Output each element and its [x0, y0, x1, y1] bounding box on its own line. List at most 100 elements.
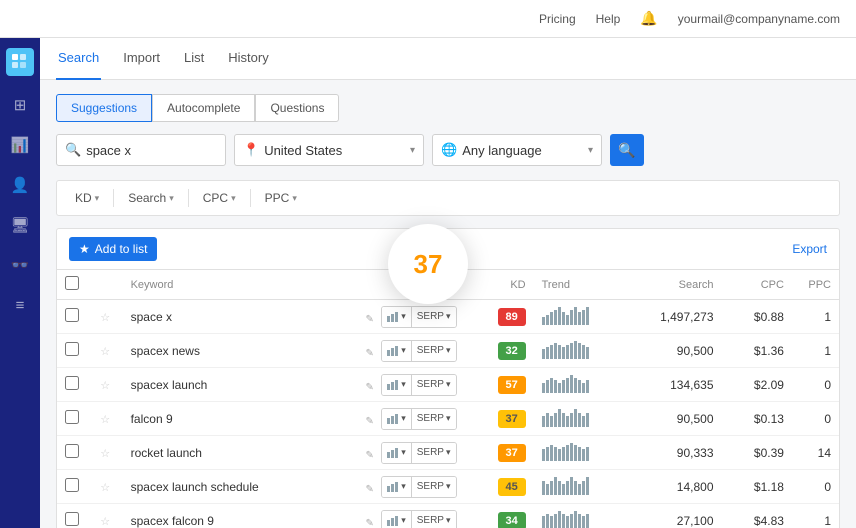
row-trend [534, 334, 628, 368]
trend-chart [542, 339, 589, 359]
filter-search-arrow: ▾ [169, 193, 174, 204]
row-star-icon[interactable]: ☆ [100, 380, 110, 392]
row-star-icon[interactable]: ☆ [100, 312, 110, 324]
row-edit-icon[interactable]: ✎ [365, 382, 373, 393]
filter-cpc[interactable]: CPC ▾ [197, 189, 242, 207]
row-checkbox[interactable] [65, 342, 79, 356]
chart-button[interactable]: ▾ [382, 341, 412, 361]
chart-button[interactable]: ▾ [382, 307, 412, 327]
serp-button[interactable]: SERP ▾ [412, 307, 456, 327]
row-star-icon[interactable]: ☆ [100, 448, 110, 460]
row-checkbox-cell [57, 402, 92, 436]
row-kd: 37 [475, 436, 534, 470]
row-star-icon[interactable]: ☆ [100, 482, 110, 494]
row-keyword: spacex launch schedule [123, 470, 358, 504]
chart-button[interactable]: ▾ [382, 409, 412, 429]
row-kd: 45 [475, 470, 534, 504]
chart-button[interactable]: ▾ [382, 477, 412, 497]
row-edit-icon[interactable]: ✎ [365, 450, 373, 461]
tab-list[interactable]: List [182, 38, 206, 80]
page-tabs: Search Import List History [40, 38, 856, 80]
chart-button[interactable]: ▾ [382, 375, 412, 395]
serp-button[interactable]: SERP ▾ [412, 511, 456, 528]
row-kd: 37 [475, 402, 534, 436]
row-btn-group: ▾ SERP ▾ [381, 340, 456, 362]
row-checkbox[interactable] [65, 512, 79, 526]
table-row: ☆ space x ✎ ▾ SERP ▾ 89 [57, 300, 839, 334]
pricing-link[interactable]: Pricing [539, 12, 576, 26]
kd-badge: 32 [498, 342, 526, 360]
kd-badge: 89 [498, 308, 526, 326]
select-all-checkbox[interactable] [65, 276, 79, 290]
row-actions: ✎ ▾ SERP ▾ [357, 402, 474, 436]
chart-label: ▾ [401, 413, 406, 424]
location-wrap[interactable]: 📍 United States ▾ [234, 134, 424, 166]
sidebar-icon-list[interactable]: ≡ [9, 294, 31, 316]
filter-kd[interactable]: KD ▾ [69, 189, 105, 207]
row-btn-group: ▾ SERP ▾ [381, 510, 456, 528]
search-button[interactable]: 🔍 [610, 134, 644, 166]
filter-search[interactable]: Search ▾ [122, 189, 180, 207]
serp-button[interactable]: SERP ▾ [412, 341, 456, 361]
filter-ppc[interactable]: PPC ▾ [259, 189, 303, 207]
filter-cpc-label: CPC [203, 191, 228, 205]
table-area: ★ Add to list Export Keyword KD Trend [56, 228, 840, 528]
row-ppc: 1 [792, 334, 839, 368]
filters-row: KD ▾ Search ▾ CPC ▾ PPC ▾ [56, 180, 840, 216]
row-edit-icon[interactable]: ✎ [365, 484, 373, 495]
row-edit-icon[interactable]: ✎ [365, 314, 373, 325]
row-star-icon[interactable]: ☆ [100, 414, 110, 426]
user-email[interactable]: yourmail@companyname.com [678, 12, 840, 26]
sub-tabs: Suggestions Autocomplete Questions [56, 94, 840, 122]
row-checkbox[interactable] [65, 410, 79, 424]
subtab-suggestions[interactable]: Suggestions [56, 94, 152, 122]
subtab-autocomplete[interactable]: Autocomplete [152, 94, 255, 122]
subtab-questions[interactable]: Questions [255, 94, 339, 122]
help-link[interactable]: Help [596, 12, 621, 26]
chart-button[interactable]: ▾ [382, 511, 412, 528]
sidebar-icon-chart[interactable]: 📊 [9, 134, 31, 156]
col-kd: KD [475, 270, 534, 300]
chart-button[interactable]: ▾ [382, 443, 412, 463]
sidebar-logo[interactable] [6, 48, 34, 76]
tab-search[interactable]: Search [56, 38, 101, 80]
location-text: United States [264, 143, 404, 158]
serp-button[interactable]: SERP ▾ [412, 375, 456, 395]
row-checkbox[interactable] [65, 444, 79, 458]
row-trend [534, 368, 628, 402]
row-checkbox-cell [57, 368, 92, 402]
row-checkbox[interactable] [65, 478, 79, 492]
serp-button[interactable]: SERP ▾ [412, 409, 456, 429]
sidebar-icon-glasses[interactable]: 👓 [9, 254, 31, 276]
row-edit-icon[interactable]: ✎ [365, 348, 373, 359]
sidebar: ⊞ 📊 👤 🖥 👓 ≡ [0, 38, 40, 528]
row-star-icon[interactable]: ☆ [100, 516, 110, 528]
row-cpc: $4.83 [722, 504, 792, 528]
tab-import[interactable]: Import [121, 38, 162, 80]
row-edit-icon[interactable]: ✎ [365, 518, 373, 528]
row-checkbox[interactable] [65, 308, 79, 322]
sidebar-icon-grid[interactable]: ⊞ [9, 94, 31, 116]
row-cpc: $1.36 [722, 334, 792, 368]
filter-divider-1 [113, 189, 114, 207]
row-star-icon[interactable]: ☆ [100, 346, 110, 358]
sidebar-icon-person[interactable]: 👤 [9, 174, 31, 196]
add-to-list-button[interactable]: ★ Add to list [69, 237, 157, 261]
filter-divider-2 [188, 189, 189, 207]
language-wrap[interactable]: 🌐 Any language ▾ [432, 134, 602, 166]
search-input[interactable] [86, 143, 216, 158]
row-cpc: $0.88 [722, 300, 792, 334]
row-keyword: spacex falcon 9 [123, 504, 358, 528]
row-checkbox[interactable] [65, 376, 79, 390]
col-cpc: CPC [722, 270, 792, 300]
row-edit-icon[interactable]: ✎ [365, 416, 373, 427]
notification-icon[interactable]: 🔔 [640, 10, 657, 27]
export-button[interactable]: Export [792, 242, 827, 256]
filter-kd-arrow: ▾ [95, 193, 100, 204]
tab-history[interactable]: History [226, 38, 270, 80]
sidebar-icon-display[interactable]: 🖥 [9, 214, 31, 236]
row-keyword: space x [123, 300, 358, 334]
serp-button[interactable]: SERP ▾ [412, 477, 456, 497]
search-icon: 🔍 [65, 142, 81, 158]
serp-button[interactable]: SERP ▾ [412, 443, 456, 463]
